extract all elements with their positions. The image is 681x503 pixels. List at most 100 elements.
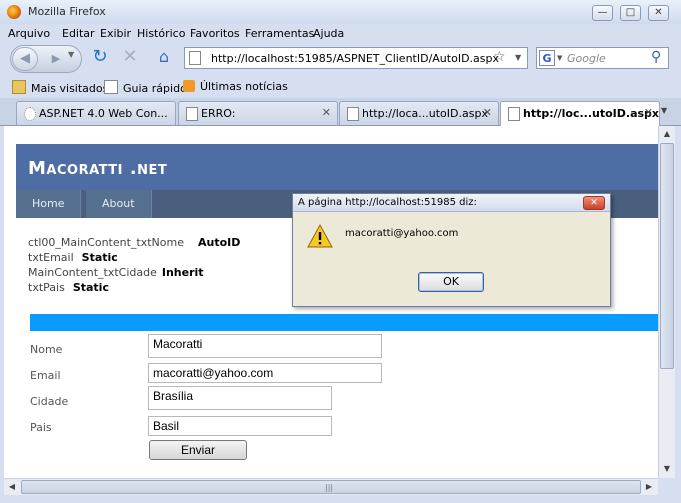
bookmark-label: Mais visitados	[31, 82, 109, 95]
dialog-titlebar: A página http://localhost:51985 diz: ✕	[293, 194, 610, 212]
info-line-nome: ctl00_MainContent_txtNome AutoID	[28, 236, 240, 249]
tab-autoid-1[interactable]: http://loca...utoID.aspx ✕	[339, 101, 499, 125]
scroll-left-icon[interactable]: ◀	[4, 479, 20, 495]
email-input[interactable]: macoratti@yahoo.com	[148, 363, 382, 383]
close-tab-icon[interactable]: ✕	[483, 106, 492, 119]
cidade-input[interactable]: Brasília	[148, 386, 332, 410]
info-label: MainContent_txtCidade	[28, 266, 157, 279]
dialog-title: A página http://localhost:51985 diz:	[298, 197, 477, 208]
home-icon[interactable]: ⌂	[154, 47, 174, 67]
info-value: Static	[81, 251, 118, 264]
status-bar	[0, 495, 681, 503]
info-value: AutoID	[198, 236, 241, 249]
info-line-email: txtEmail Static	[28, 251, 118, 264]
dialog-close-button[interactable]: ✕	[583, 196, 605, 210]
tab-autoid-active[interactable]: http://loc...utoID.aspx ✕	[500, 101, 660, 127]
dialog-message: macoratti@yahoo.com	[345, 228, 459, 239]
menu-favoritos[interactable]: Favoritos	[190, 27, 240, 40]
page-icon	[508, 107, 520, 121]
close-window-button[interactable]: ✕	[648, 5, 669, 21]
scroll-down-icon[interactable]: ▼	[659, 461, 675, 477]
bookmark-ultimas-noticias[interactable]: Últimas notícias	[183, 80, 288, 93]
chevron-down-icon: ▼	[68, 50, 75, 59]
tab-erro[interactable]: ERRO: ✕	[178, 101, 338, 125]
minimize-button[interactable]: —	[592, 5, 613, 21]
nome-input[interactable]: Macoratti	[148, 334, 382, 358]
bookmark-mais-visitados[interactable]: Mais visitados	[12, 80, 108, 95]
back-button[interactable]: ◀	[12, 47, 38, 71]
bookmark-label: Últimas notícias	[200, 80, 288, 93]
warning-icon	[307, 224, 333, 248]
forward-button[interactable]: ▶	[46, 49, 66, 69]
search-input[interactable]: Google	[567, 52, 606, 65]
email-label: Email	[30, 369, 61, 382]
menu-bar: Arquivo Editar Exibir Histórico Favorito…	[0, 24, 681, 42]
pais-input[interactable]: Basil	[148, 416, 332, 436]
maximize-button[interactable]: □	[620, 5, 641, 21]
alert-dialog: A página http://localhost:51985 diz: ✕ m…	[292, 193, 611, 307]
menu-ajuda[interactable]: Ajuda	[313, 27, 344, 40]
horizontal-scrollbar[interactable]: ◀ ||| ▶	[4, 478, 658, 495]
enviar-button[interactable]: Enviar	[149, 440, 247, 460]
menu-arquivo[interactable]: Arquivo	[8, 27, 50, 40]
rss-icon	[183, 80, 195, 92]
history-dropdown-button[interactable]: ▼	[68, 50, 74, 59]
vertical-scroll-thumb[interactable]	[660, 143, 674, 369]
bookmark-guia-rapido[interactable]: Guia rápido	[104, 80, 187, 95]
info-label: txtPais	[28, 281, 65, 294]
tab-label: http://loc...utoID.aspx	[523, 107, 660, 120]
back-arrow-icon: ◀	[20, 51, 30, 66]
scroll-grip-icon: |||	[325, 483, 334, 492]
bookmark-label: Guia rápido	[123, 82, 187, 95]
scroll-up-icon[interactable]: ▲	[659, 126, 675, 142]
bookmarks-toolbar: Mais visitados Guia rápido Últimas notíc…	[0, 76, 681, 98]
info-value: Inherit	[161, 266, 204, 279]
info-label: ctl00_MainContent_txtNome	[28, 236, 184, 249]
tab-label: http://loca...utoID.aspx	[362, 107, 488, 120]
horizontal-scroll-thumb[interactable]: |||	[21, 480, 641, 494]
url-bar[interactable]: http://localhost:51985/ASPNET_ClientID/A…	[184, 47, 528, 69]
tab-label: ERRO:	[201, 107, 236, 120]
close-tab-icon[interactable]: ✕	[644, 106, 653, 119]
page-icon	[347, 107, 359, 121]
site-title: Macoratti .net	[28, 158, 168, 179]
menu-ferramentas[interactable]: Ferramentas	[245, 27, 314, 40]
pais-label: Pais	[30, 421, 52, 434]
close-tab-icon[interactable]: ✕	[322, 106, 331, 119]
ok-button[interactable]: OK	[418, 272, 484, 292]
info-value: Static	[72, 281, 109, 294]
tab-label: ASP.NET 4.0 Web Con...	[39, 107, 168, 120]
nav-home[interactable]: Home	[16, 190, 82, 218]
info-label: txtEmail	[28, 251, 74, 264]
url-input[interactable]: http://localhost:51985/ASPNET_ClientID/A…	[211, 52, 499, 65]
accent-bar	[30, 314, 658, 331]
window-title: Mozilla Firefox	[28, 5, 106, 18]
vertical-scrollbar[interactable]: ▲ ▼	[658, 126, 675, 478]
menu-editar[interactable]: Editar	[62, 27, 95, 40]
tab-strip: ASP.NET 4.0 Web Con... ERRO: ✕ http://lo…	[0, 98, 681, 127]
info-line-cidade: MainContent_txtCidade Inherit	[28, 266, 204, 279]
scroll-right-icon[interactable]: ▶	[641, 479, 657, 495]
google-icon[interactable]: G	[539, 50, 555, 66]
cidade-label: Cidade	[30, 395, 69, 408]
window-titlebar: Mozilla Firefox — □ ✕	[0, 0, 681, 24]
menu-historico[interactable]: Histórico	[137, 27, 185, 40]
page-icon	[186, 107, 198, 121]
page-icon	[189, 51, 201, 65]
search-icon[interactable]: ⚲	[651, 49, 661, 65]
bookmark-star-icon[interactable]: ☆	[493, 49, 506, 65]
menu-exibir[interactable]: Exibir	[100, 27, 131, 40]
nav-about[interactable]: About	[86, 190, 152, 218]
info-line-pais: txtPais Static	[28, 281, 109, 294]
tab-list-dropdown-icon[interactable]: ▼	[661, 106, 667, 115]
reload-icon[interactable]: ↻	[90, 47, 110, 67]
site-header: Macoratti .net	[16, 144, 658, 190]
page-icon	[104, 80, 118, 94]
tab-aspnet[interactable]: ASP.NET 4.0 Web Con...	[16, 101, 176, 125]
nome-label: Nome	[30, 343, 63, 356]
tab-spinner-icon	[24, 107, 36, 121]
search-engine-dropdown-icon[interactable]: ▼	[557, 54, 562, 62]
url-dropdown-icon[interactable]: ▼	[515, 53, 521, 62]
search-box[interactable]: G ▼ Google ⚲	[536, 47, 669, 69]
stop-icon[interactable]: ✕	[120, 47, 140, 67]
